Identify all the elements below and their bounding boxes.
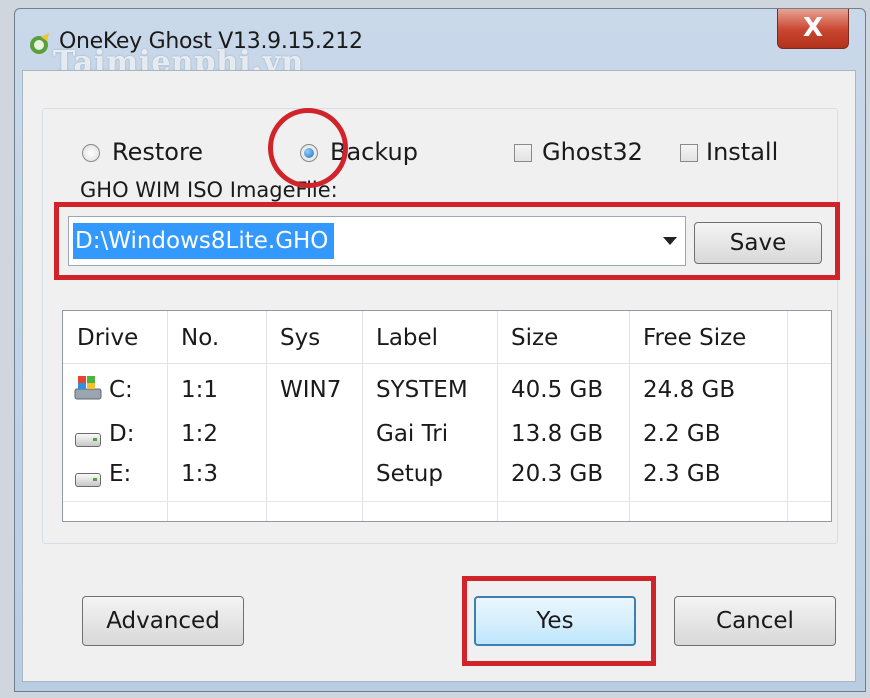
cancel-button[interactable]: Cancel — [674, 596, 836, 646]
cell-sys[interactable]: WIN7 — [280, 377, 341, 403]
cell-no[interactable]: 1:1 — [181, 377, 218, 403]
col-header-label[interactable]: Label — [362, 311, 438, 363]
system-drive-icon — [74, 376, 102, 400]
restore-label[interactable]: Restore — [112, 138, 203, 166]
col-header-free-size[interactable]: Free Size — [629, 311, 746, 363]
drive-icon — [75, 433, 101, 447]
cell-no[interactable]: 1:3 — [181, 461, 218, 487]
yes-highlight-box — [462, 576, 656, 666]
install-checkbox[interactable] — [680, 144, 698, 162]
cell-label[interactable]: SYSTEM — [376, 377, 468, 403]
header-divider — [63, 363, 831, 364]
column-divider — [787, 311, 788, 521]
cell-label[interactable]: Gai Tri — [376, 421, 448, 447]
cell-drive[interactable]: D: — [109, 421, 134, 447]
cell-label[interactable]: Setup — [376, 461, 443, 487]
column-divider — [167, 311, 168, 521]
app-logo-icon — [30, 33, 49, 54]
column-divider — [362, 311, 363, 521]
image-file-highlight-box — [54, 202, 840, 280]
backup-highlight-circle — [268, 108, 348, 188]
install-label[interactable]: Install — [706, 138, 778, 166]
col-header-size[interactable]: Size — [497, 311, 558, 363]
cell-free-size[interactable]: 2.2 GB — [643, 421, 721, 447]
column-divider — [266, 311, 267, 521]
close-icon: X — [802, 13, 824, 43]
cell-free-size[interactable]: 2.3 GB — [643, 461, 721, 487]
col-header-no[interactable]: No. — [167, 311, 219, 363]
col-header-sys[interactable]: Sys — [266, 311, 320, 363]
col-header-drive[interactable]: Drive — [63, 311, 138, 363]
title-bar[interactable]: OneKey Ghost V13.9.15.212 Taimienphi.vn … — [15, 9, 865, 80]
row-divider — [63, 501, 831, 502]
advanced-button[interactable]: Advanced — [82, 596, 244, 646]
cell-size[interactable]: 13.8 GB — [511, 421, 603, 447]
cell-free-size[interactable]: 24.8 GB — [643, 377, 735, 403]
column-divider — [497, 311, 498, 521]
cell-drive[interactable]: C: — [109, 377, 133, 403]
drive-icon — [75, 473, 101, 487]
restore-radio[interactable] — [82, 144, 100, 162]
cell-drive[interactable]: E: — [109, 461, 131, 487]
cell-no[interactable]: 1:2 — [181, 421, 218, 447]
column-divider — [629, 311, 630, 521]
ghost32-label[interactable]: Ghost32 — [542, 138, 643, 166]
ghost32-checkbox[interactable] — [514, 144, 532, 162]
cell-size[interactable]: 20.3 GB — [511, 461, 603, 487]
partition-table[interactable]: Drive No. Sys Label Size Free Size C: 1:… — [62, 310, 832, 522]
close-button[interactable]: X — [777, 9, 849, 49]
cell-size[interactable]: 40.5 GB — [511, 377, 603, 403]
